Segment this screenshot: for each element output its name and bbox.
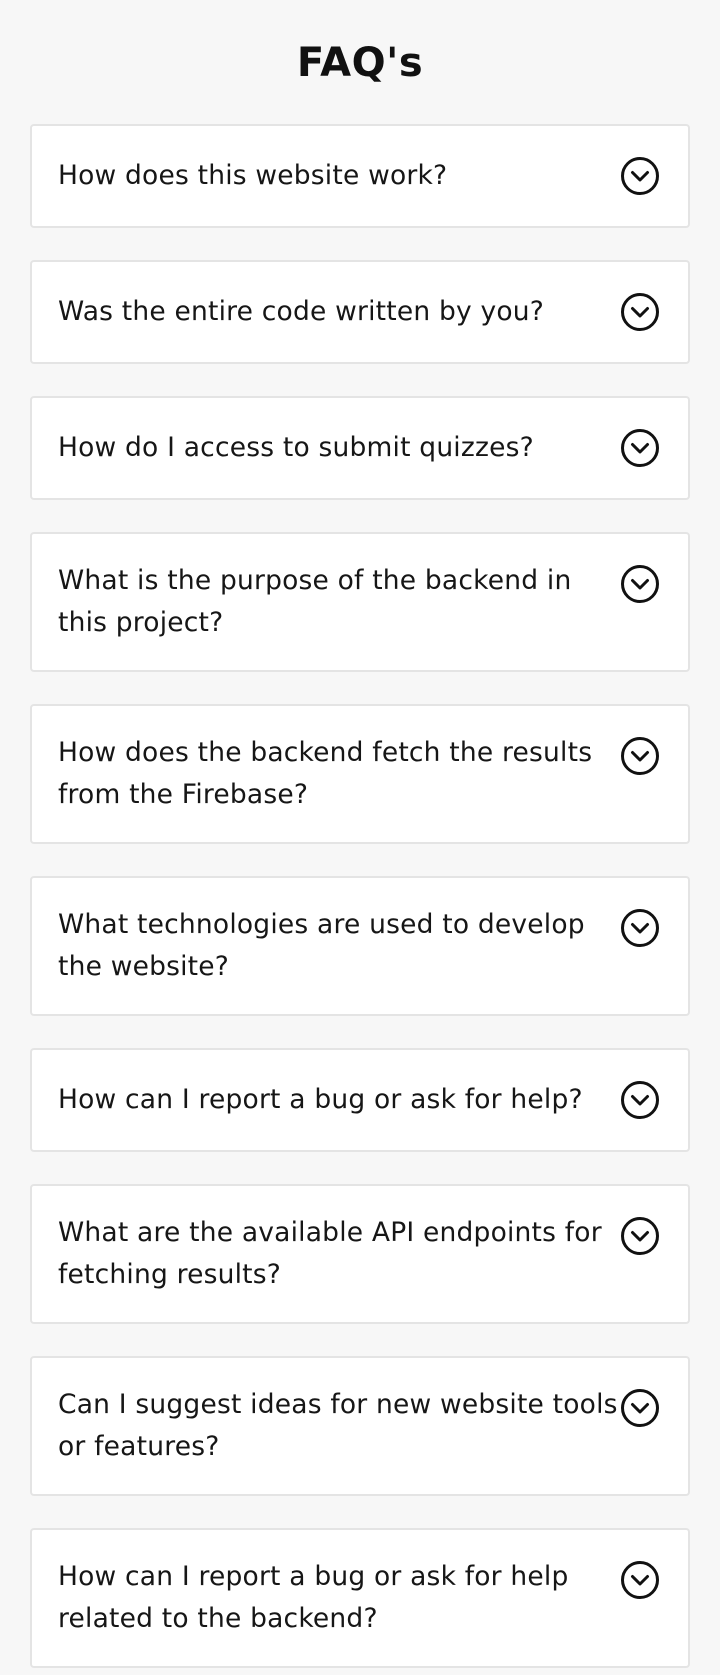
chevron-down-circle-icon[interactable] xyxy=(620,428,660,468)
faq-page: FAQ's How does this website work? Was th… xyxy=(0,0,720,1675)
faq-question: How do I access to submit quizzes? xyxy=(58,432,534,463)
faq-item[interactable]: Can I suggest ideas for new website tool… xyxy=(30,1356,690,1496)
faq-question: What are the available API endpoints for… xyxy=(58,1217,602,1290)
faq-item[interactable]: How do I access to submit quizzes? xyxy=(30,396,690,500)
faq-list: How does this website work? Was the enti… xyxy=(30,124,690,1668)
faq-question: How does the backend fetch the results f… xyxy=(58,737,593,810)
faq-item[interactable]: What is the purpose of the backend in th… xyxy=(30,532,690,672)
chevron-down-circle-icon[interactable] xyxy=(620,1080,660,1120)
chevron-down-circle-icon[interactable] xyxy=(620,736,660,776)
faq-question: How can I report a bug or ask for help r… xyxy=(58,1561,569,1634)
faq-question: How can I report a bug or ask for help? xyxy=(58,1084,583,1115)
faq-question: What is the purpose of the backend in th… xyxy=(58,565,572,638)
faq-item[interactable]: How can I report a bug or ask for help? xyxy=(30,1048,690,1152)
faq-question: How does this website work? xyxy=(58,160,448,191)
faq-item[interactable]: How does this website work? xyxy=(30,124,690,228)
faq-question: Can I suggest ideas for new website tool… xyxy=(58,1389,618,1462)
chevron-down-circle-icon[interactable] xyxy=(620,564,660,604)
faq-item[interactable]: How does the backend fetch the results f… xyxy=(30,704,690,844)
faq-item[interactable]: Was the entire code written by you? xyxy=(30,260,690,364)
faq-question: What technologies are used to develop th… xyxy=(58,909,585,982)
chevron-down-circle-icon[interactable] xyxy=(620,1216,660,1256)
faq-question: Was the entire code written by you? xyxy=(58,296,545,327)
chevron-down-circle-icon[interactable] xyxy=(620,1388,660,1428)
chevron-down-circle-icon[interactable] xyxy=(620,156,660,196)
chevron-down-circle-icon[interactable] xyxy=(620,908,660,948)
faq-item[interactable]: What technologies are used to develop th… xyxy=(30,876,690,1016)
chevron-down-circle-icon[interactable] xyxy=(620,292,660,332)
faq-item[interactable]: What are the available API endpoints for… xyxy=(30,1184,690,1324)
faq-item[interactable]: How can I report a bug or ask for help r… xyxy=(30,1528,690,1668)
page-title: FAQ's xyxy=(296,40,424,86)
chevron-down-circle-icon[interactable] xyxy=(620,1560,660,1600)
